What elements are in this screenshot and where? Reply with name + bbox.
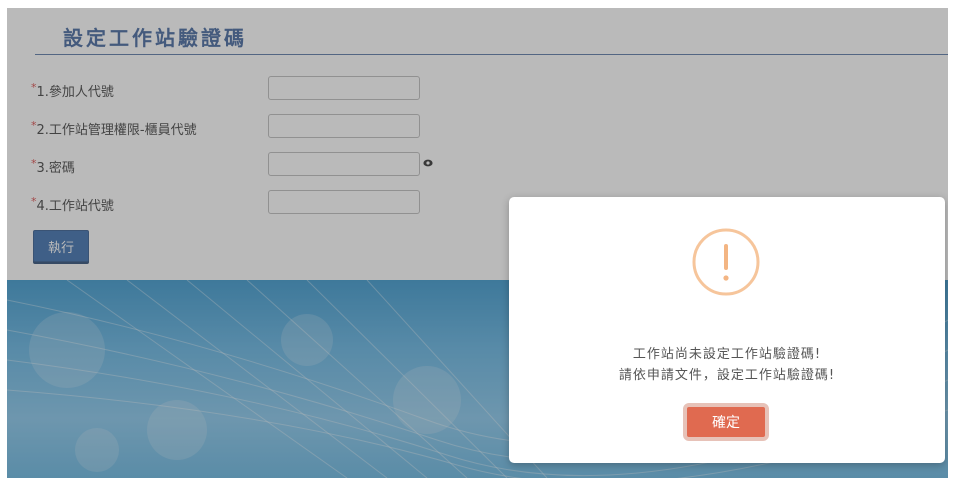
alert-dialog: 工作站尚未設定工作站驗證碼! 請依申請文件，設定工作站驗證碼! 確定 — [509, 197, 945, 463]
page: 設定工作站驗證碼 *1.參加人代號 *2.工作站管理權限-櫃員代號 *3.密碼 … — [0, 0, 955, 486]
confirm-button[interactable]: 確定 — [683, 403, 769, 441]
dialog-message-line2: 請依申請文件，設定工作站驗證碼! — [618, 368, 836, 383]
warning-icon — [692, 228, 760, 296]
main-frame: 設定工作站驗證碼 *1.參加人代號 *2.工作站管理權限-櫃員代號 *3.密碼 … — [7, 8, 948, 478]
dialog-message-line1: 工作站尚未設定工作站驗證碼! — [632, 347, 822, 362]
